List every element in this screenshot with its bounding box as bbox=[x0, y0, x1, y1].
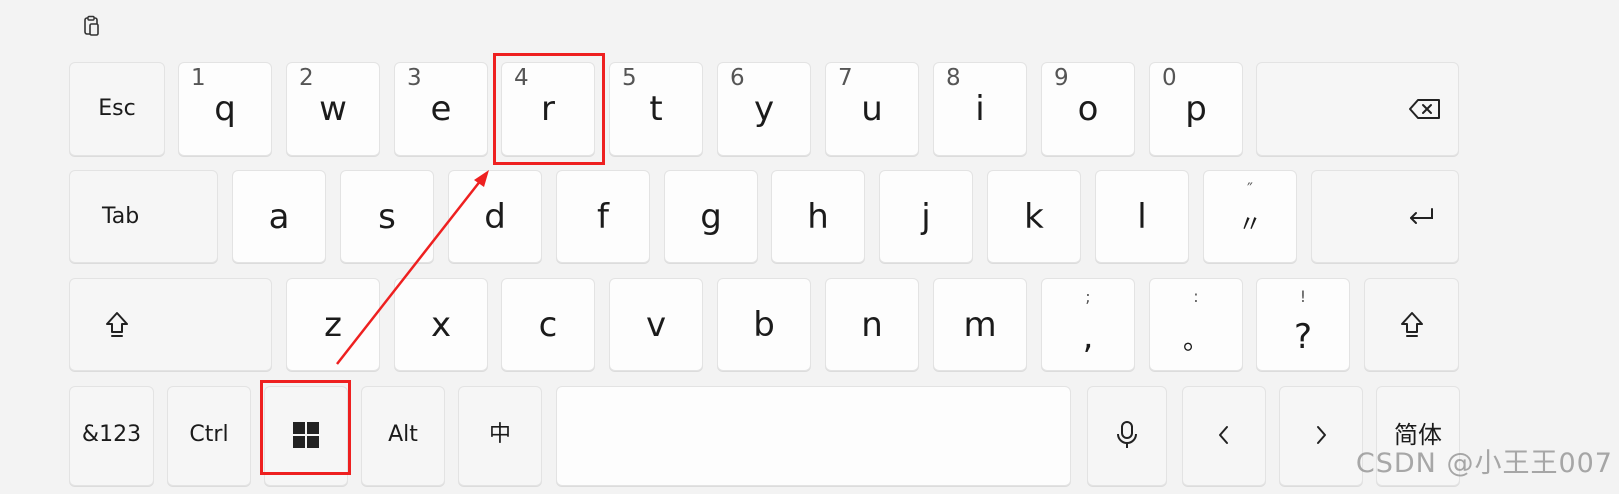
annotation-arrow bbox=[336, 170, 489, 365]
csdn-watermark: CSDN @小王王007 bbox=[1355, 448, 1613, 479]
